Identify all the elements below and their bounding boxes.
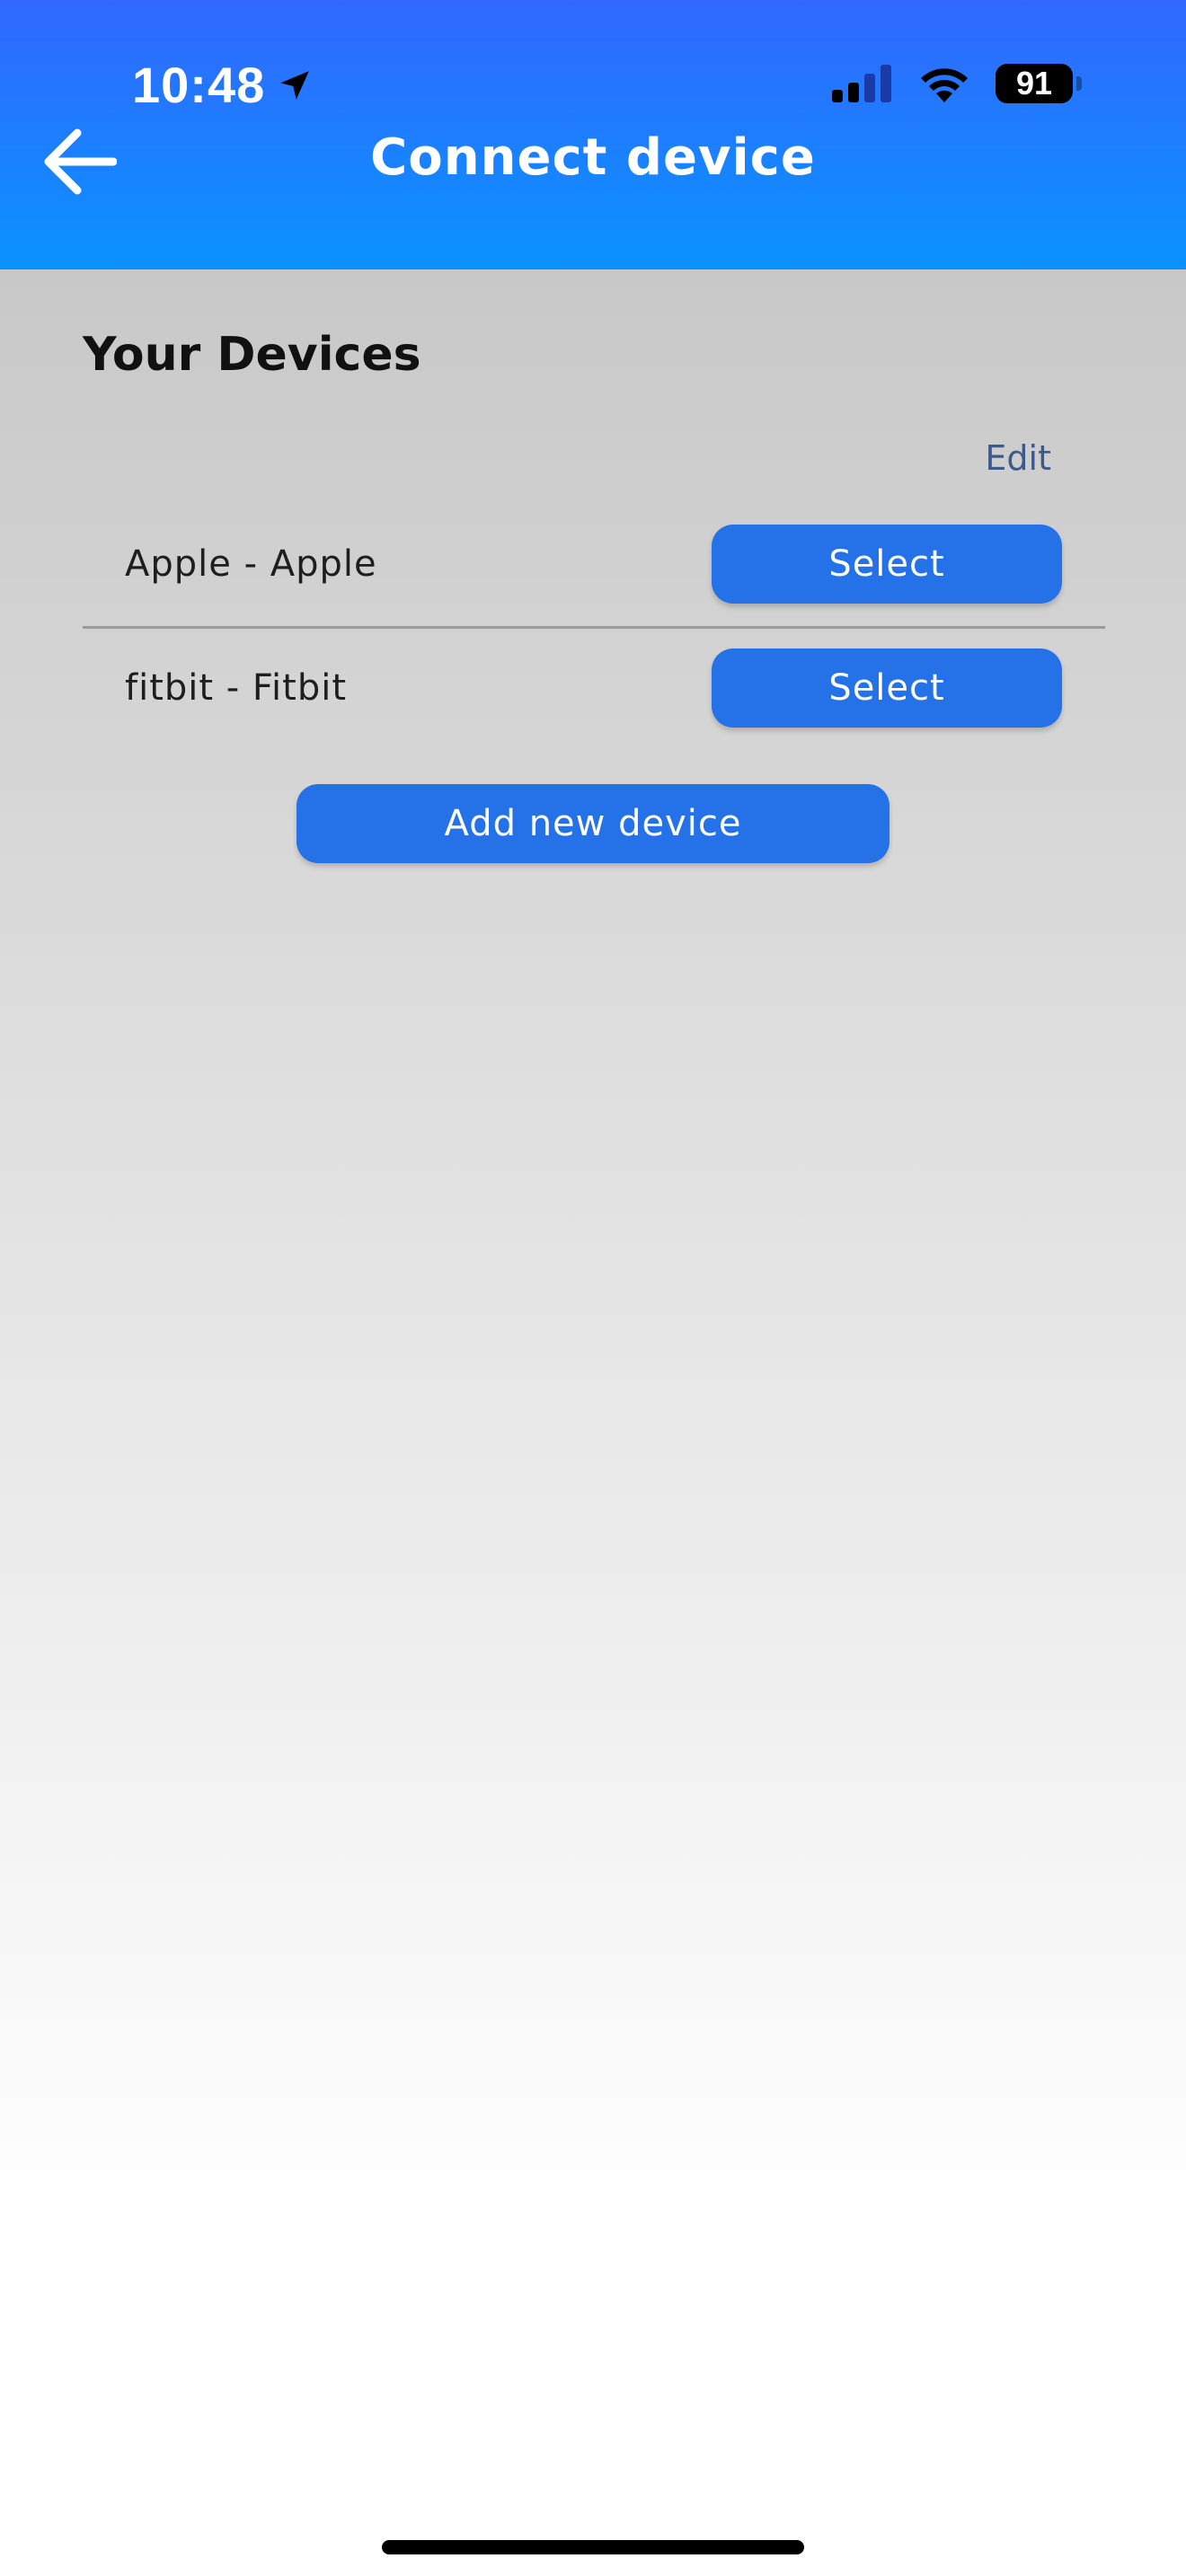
location-arrow-icon: [280, 70, 309, 100]
device-label: fitbit - Fitbit: [125, 667, 348, 709]
page-title: Connect device: [370, 128, 816, 187]
section-title: Your Devices: [83, 328, 421, 382]
device-row-fitbit: fitbit - Fitbit Select: [83, 634, 1105, 742]
battery-indicator: 91: [996, 64, 1082, 103]
select-button-apple[interactable]: Select: [712, 525, 1062, 604]
cellular-signal-icon: [832, 65, 891, 102]
row-divider: [83, 626, 1105, 629]
home-indicator[interactable]: [382, 2540, 804, 2554]
device-row-apple: Apple - Apple Select: [83, 510, 1105, 618]
select-button-fitbit[interactable]: Select: [712, 648, 1062, 728]
device-label: Apple - Apple: [125, 543, 377, 585]
battery-level: 91: [1015, 65, 1053, 101]
edit-link[interactable]: Edit: [985, 438, 1051, 478]
status-time: 10:48: [132, 56, 314, 114]
status-time-label: 10:48: [132, 57, 266, 113]
status-indicators: 91: [832, 63, 1082, 104]
wifi-icon: [921, 68, 968, 102]
app-header: 10:48 91 Connect device: [0, 0, 1186, 269]
add-new-device-button[interactable]: Add new device: [296, 784, 890, 863]
